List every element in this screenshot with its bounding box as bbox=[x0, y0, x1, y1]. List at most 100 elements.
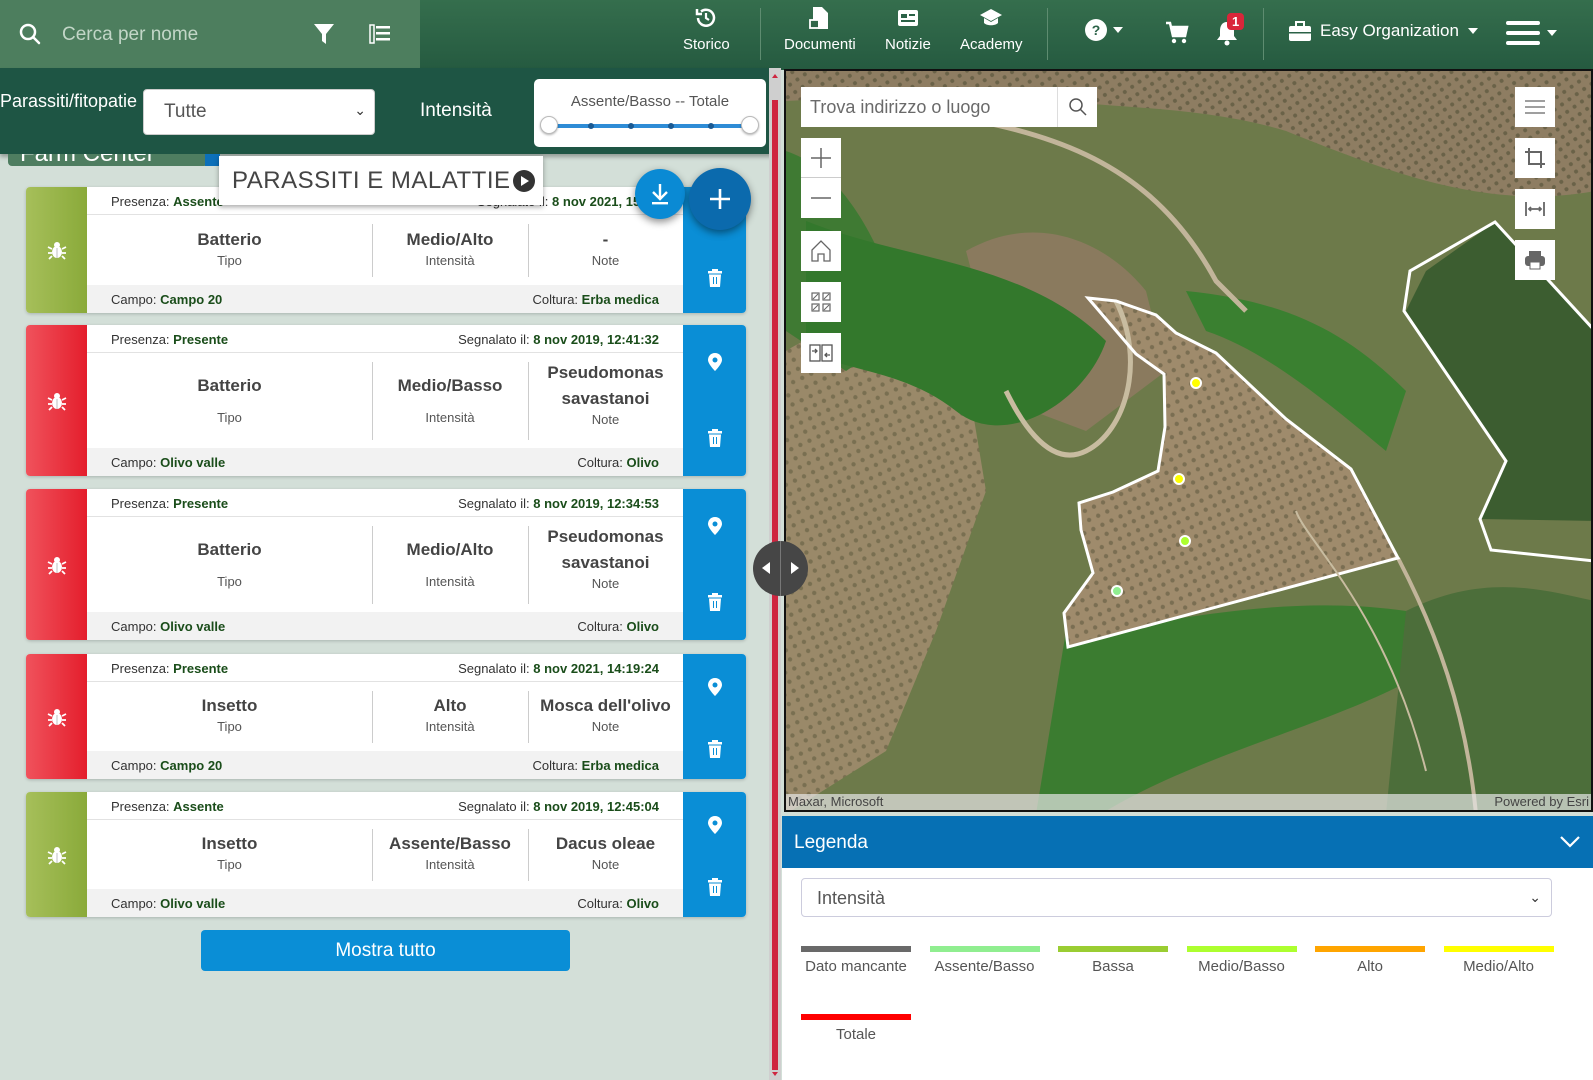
caret-down-icon bbox=[1467, 28, 1478, 34]
presence-status-stripe bbox=[26, 489, 87, 640]
field: Campo: Olivo valle bbox=[111, 455, 226, 470]
legend-swatch bbox=[1186, 946, 1297, 952]
caret-down-icon bbox=[1113, 27, 1123, 33]
download-button[interactable] bbox=[635, 169, 685, 219]
zoom-in-button[interactable] bbox=[801, 138, 841, 178]
trash-icon[interactable] bbox=[705, 877, 725, 897]
top-navbar: Storico Documenti Notizie Academy ? 1 Ea… bbox=[0, 0, 1593, 70]
note-label: Note bbox=[591, 719, 620, 734]
map-view[interactable]: Maxar, Microsoft Powered by Esri bbox=[784, 69, 1593, 812]
pest-report-card[interactable]: Presenza: Presente Segnalato il: 8 nov 2… bbox=[26, 654, 746, 779]
pest-report-card[interactable]: Presenza: Presente Segnalato il: 8 nov 2… bbox=[26, 489, 746, 640]
legend-swatch bbox=[1443, 946, 1554, 952]
intensity-range-slider: Assente/Basso -- Totale bbox=[534, 79, 766, 147]
section-title[interactable]: PARASSITI E MALATTIE bbox=[219, 156, 543, 205]
intensity-column: Medio/Basso Intensità bbox=[372, 360, 528, 425]
pest-marker[interactable] bbox=[1179, 535, 1191, 547]
trash-icon[interactable] bbox=[705, 428, 725, 448]
pest-report-card[interactable]: Presenza: Presente Segnalato il: 8 nov 2… bbox=[26, 325, 746, 476]
scroll-up-arrow[interactable] bbox=[772, 74, 778, 78]
arrow-left-icon bbox=[762, 562, 770, 574]
main-menu[interactable] bbox=[1506, 20, 1558, 46]
legend-label: Assente/Basso bbox=[934, 958, 1035, 975]
map-search bbox=[801, 87, 1097, 127]
legend-select-value: Intensità bbox=[817, 888, 886, 908]
map-pin-icon[interactable] bbox=[705, 677, 725, 697]
legend-swatch bbox=[1058, 946, 1168, 952]
panel-splitter-handle[interactable] bbox=[753, 541, 808, 596]
attribution-source: Maxar, Microsoft bbox=[788, 794, 884, 809]
help-menu[interactable]: ? bbox=[1084, 18, 1124, 42]
briefcase-icon bbox=[1289, 21, 1311, 41]
intensity-range-text: Assente/Basso -- Totale bbox=[570, 93, 730, 110]
legend-swatch bbox=[801, 946, 911, 952]
note-column: Dacus oleae Note bbox=[528, 831, 683, 872]
chevron-down-icon: ⌄ bbox=[1529, 889, 1541, 905]
map-pin-icon[interactable] bbox=[705, 516, 725, 536]
zoom-out-button[interactable] bbox=[801, 178, 841, 218]
tab-indicator bbox=[205, 154, 220, 166]
presence: Presenza: Assente bbox=[111, 799, 224, 814]
filter-icon[interactable] bbox=[313, 22, 335, 46]
pest-select[interactable]: Tutte ⌄ bbox=[143, 89, 375, 135]
organization-menu[interactable]: Easy Organization bbox=[1288, 20, 1479, 42]
crop-button[interactable] bbox=[1515, 138, 1555, 178]
divider bbox=[1263, 8, 1264, 60]
note-column: Pseudomonas savastanoi Note bbox=[528, 360, 683, 427]
list-view-icon[interactable] bbox=[368, 22, 392, 46]
slider-handle-min[interactable] bbox=[540, 116, 558, 134]
legend-title: Legenda bbox=[794, 832, 868, 853]
history-icon bbox=[696, 8, 716, 27]
nav-documenti[interactable]: Documenti bbox=[784, 6, 856, 64]
add-button[interactable] bbox=[689, 168, 751, 230]
map-search-input[interactable] bbox=[801, 87, 1057, 127]
cart-icon[interactable] bbox=[1165, 20, 1189, 46]
layer-list-button[interactable] bbox=[1515, 87, 1555, 127]
trash-icon[interactable] bbox=[705, 268, 725, 288]
pest-marker[interactable] bbox=[1173, 473, 1185, 485]
search-icon[interactable] bbox=[18, 22, 42, 46]
slider-handle-max[interactable] bbox=[741, 116, 759, 134]
play-circle-icon bbox=[512, 169, 535, 192]
basemap-gallery-button[interactable] bbox=[801, 282, 841, 322]
trash-icon[interactable] bbox=[705, 592, 725, 612]
basemap-gallery-icon bbox=[811, 292, 831, 312]
nav-storico[interactable]: Storico bbox=[683, 6, 730, 64]
home-button[interactable] bbox=[801, 231, 841, 271]
swipe-layers-button[interactable] bbox=[801, 333, 841, 373]
slider-track[interactable] bbox=[550, 124, 750, 128]
map-pin-icon[interactable] bbox=[705, 815, 725, 835]
field: Campo: Olivo valle bbox=[111, 619, 226, 634]
note-column: Mosca dell'olivo Note bbox=[528, 693, 683, 734]
pest-report-card[interactable]: Presenza: Assente Segnalato il: 8 nov 20… bbox=[26, 792, 746, 917]
pest-marker[interactable] bbox=[1190, 377, 1202, 389]
measure-button[interactable] bbox=[1515, 189, 1555, 229]
chevron-down-icon[interactable] bbox=[1559, 830, 1581, 852]
intensity-column: Medio/Alto Intensità bbox=[372, 227, 528, 268]
news-icon bbox=[897, 10, 918, 26]
print-button[interactable] bbox=[1515, 240, 1555, 280]
legend-item: Totale bbox=[801, 1014, 911, 1043]
nav-academy[interactable]: Academy bbox=[960, 6, 1023, 64]
note-column: - Note bbox=[528, 227, 683, 268]
trash-icon[interactable] bbox=[705, 739, 725, 759]
attribution-powered-by[interactable]: Powered by Esri bbox=[1494, 794, 1589, 809]
legend-header[interactable]: Legenda bbox=[782, 816, 1593, 868]
legend-attribute-select[interactable]: Intensità ⌄ bbox=[801, 878, 1552, 917]
map-pin-icon[interactable] bbox=[705, 352, 725, 372]
farm-center-tab[interactable]: Farm Center bbox=[8, 154, 208, 166]
legend-swatch bbox=[801, 1014, 911, 1020]
download-icon bbox=[652, 184, 668, 205]
legend-label: Bassa bbox=[1092, 958, 1134, 975]
crop: Coltura: Olivo bbox=[577, 455, 659, 470]
card-actions bbox=[683, 489, 746, 640]
search-input[interactable] bbox=[62, 18, 292, 52]
pest-marker[interactable] bbox=[1111, 585, 1123, 597]
scroll-down-arrow[interactable] bbox=[772, 1072, 778, 1076]
nav-label: Documenti bbox=[784, 36, 856, 53]
show-all-button[interactable]: Mostra tutto bbox=[201, 930, 570, 971]
nav-notizie[interactable]: Notizie bbox=[885, 6, 931, 64]
card-footer: Campo: Campo 20 Coltura: Erba medica bbox=[87, 751, 683, 779]
map-search-button[interactable] bbox=[1057, 87, 1097, 127]
legend-panel: Intensità ⌄ Dato mancante Assente/Basso Ba… bbox=[782, 868, 1593, 1080]
